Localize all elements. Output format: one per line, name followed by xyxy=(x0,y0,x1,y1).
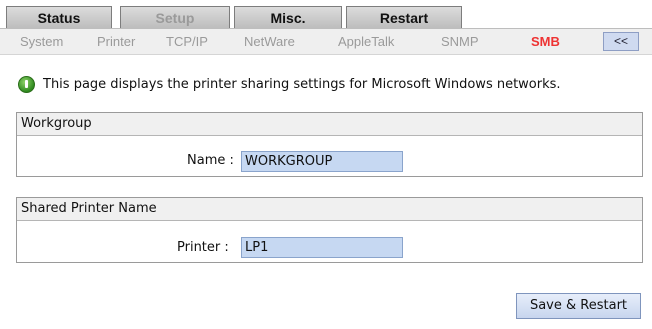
tab-setup[interactable]: Setup xyxy=(120,6,230,28)
printer-name-input[interactable] xyxy=(241,237,403,258)
workgroup-panel: Workgroup Name : xyxy=(16,112,643,177)
tab-status-label: Status xyxy=(37,10,81,26)
main-tab-bar: Status Setup Misc. Restart xyxy=(0,0,652,28)
setup-subnav: System Printer TCP/IP NetWare AppleTalk … xyxy=(0,28,652,55)
tab-restart[interactable]: Restart xyxy=(346,6,462,28)
collapse-button[interactable]: << xyxy=(603,32,639,51)
tab-restart-label: Restart xyxy=(379,10,429,26)
workgroup-panel-title: Workgroup xyxy=(17,113,642,136)
tab-setup-label: Setup xyxy=(155,10,195,26)
subnav-netware[interactable]: NetWare xyxy=(244,34,295,49)
tab-misc-label: Misc. xyxy=(270,10,306,26)
workgroup-name-input[interactable] xyxy=(241,151,403,172)
subnav-printer[interactable]: Printer xyxy=(97,34,135,49)
page-description: This page displays the printer sharing s… xyxy=(43,77,561,92)
info-icon xyxy=(18,76,35,93)
subnav-tcpip[interactable]: TCP/IP xyxy=(166,34,208,49)
subnav-smb[interactable]: SMB xyxy=(531,34,560,49)
subnav-snmp[interactable]: SNMP xyxy=(441,34,479,49)
save-restart-button[interactable]: Save & Restart xyxy=(516,293,641,319)
tab-misc[interactable]: Misc. xyxy=(234,6,342,28)
subnav-appletalk[interactable]: AppleTalk xyxy=(338,34,394,49)
tab-status[interactable]: Status xyxy=(6,6,112,28)
workgroup-name-label: Name : xyxy=(187,153,234,168)
subnav-system[interactable]: System xyxy=(20,34,63,49)
printer-name-label: Printer : xyxy=(177,240,229,255)
shared-printer-panel-title: Shared Printer Name xyxy=(17,198,642,221)
shared-printer-panel: Shared Printer Name Printer : xyxy=(16,197,643,263)
